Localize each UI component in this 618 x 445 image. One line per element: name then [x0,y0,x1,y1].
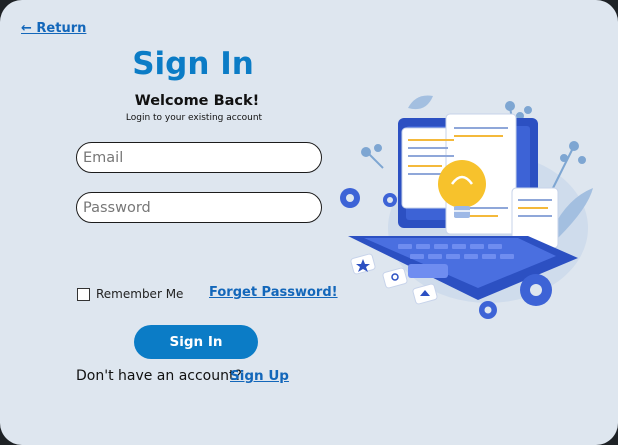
return-link[interactable]: ← Return [21,21,86,36]
remember-me-checkbox[interactable] [77,287,90,301]
page-title: Sign In [132,46,254,82]
welcome-heading: Welcome Back! [134,93,260,109]
sign-in-button[interactable]: Sign In [134,325,258,359]
remember-me-label: Remember Me [96,287,184,301]
email-field[interactable] [76,142,322,173]
remember-me[interactable]: Remember Me [77,287,183,301]
no-account-text: Don't have an account? [76,368,242,384]
login-subtitle: Login to your existing account [125,113,263,123]
forgot-password-link[interactable]: Forget Password! [209,285,338,300]
password-field[interactable] [76,192,322,223]
login-window: ← Return Sign In Welcome Back! Login to … [0,0,618,445]
sign-up-link[interactable]: Sign Up [230,368,289,384]
laptop-lightbulb-illustration [340,95,593,319]
